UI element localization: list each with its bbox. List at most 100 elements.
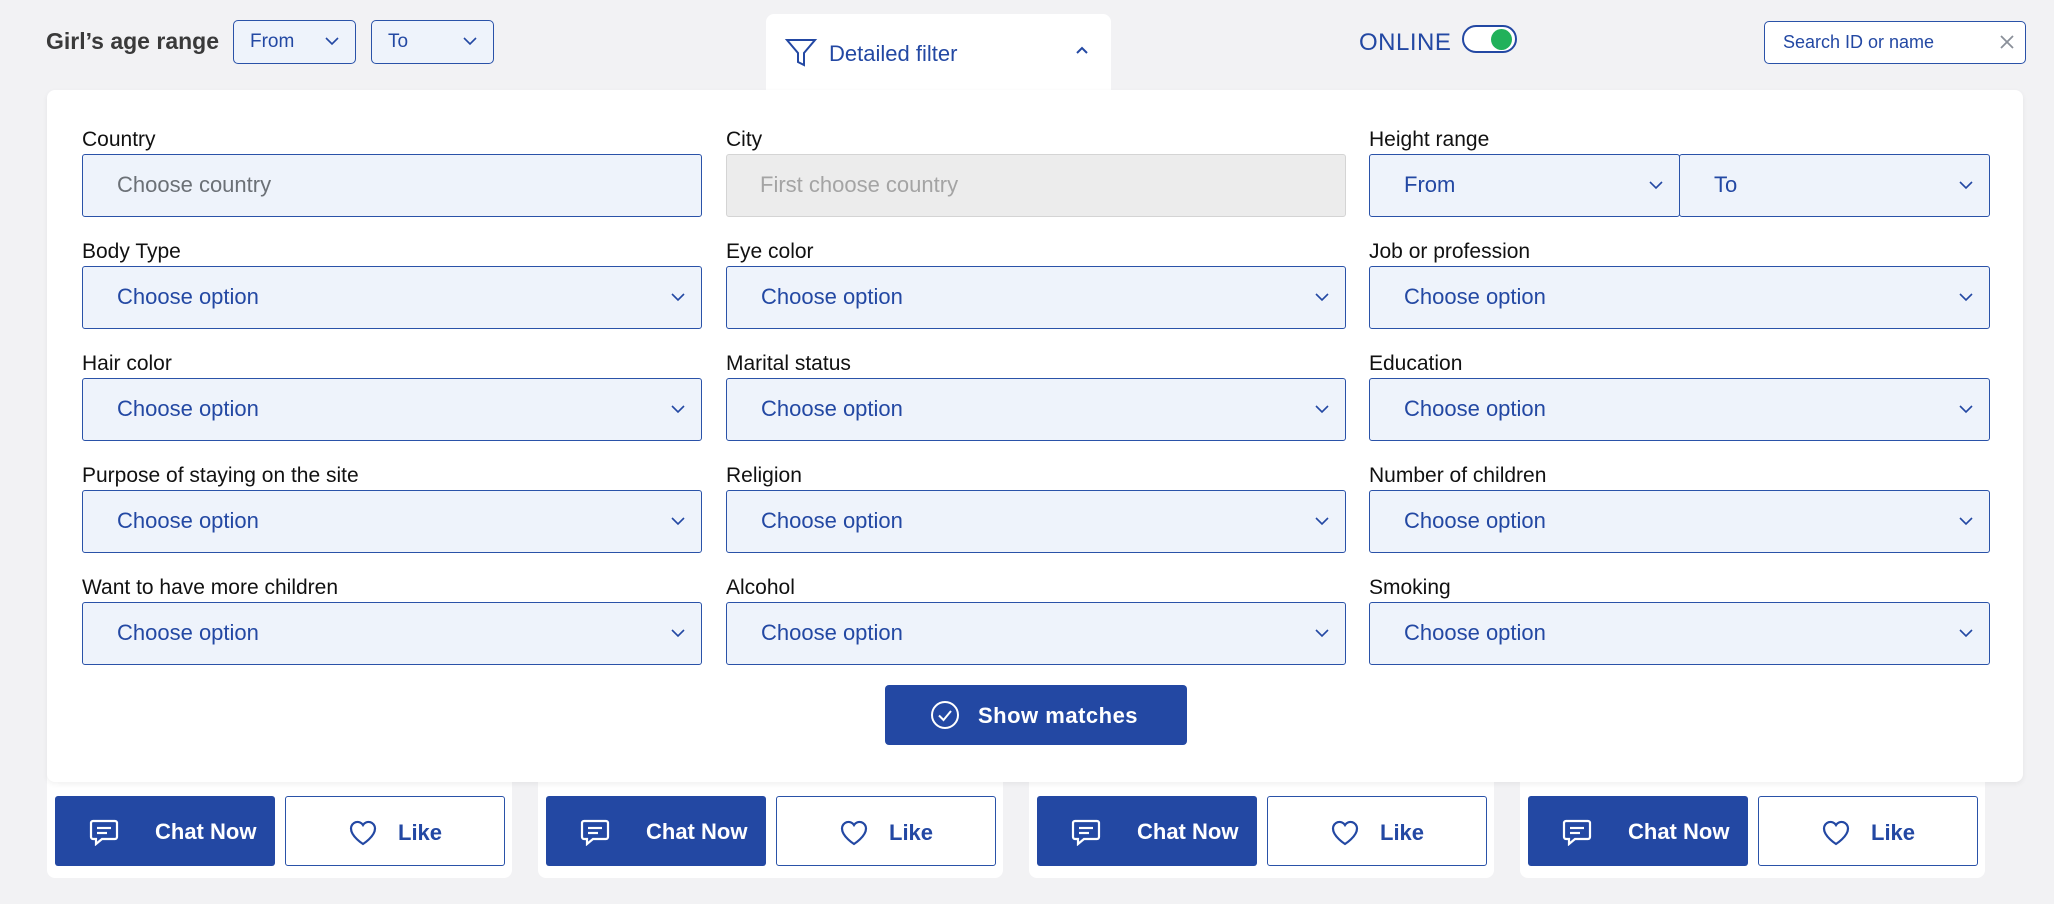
hair-color-label: Hair color (82, 352, 172, 375)
like-button[interactable]: Like (1758, 796, 1978, 866)
chat-now-button[interactable]: Chat Now (546, 796, 766, 866)
age-range-label: Girl’s age range (46, 28, 219, 54)
city-label: City (726, 128, 763, 151)
chat-icon (1562, 819, 1592, 846)
marital-status-value: Choose option (761, 396, 903, 421)
detailed-filter-label: Detailed filter (829, 41, 958, 66)
chevron-down-icon (671, 293, 685, 302)
online-label: ONLINE (1359, 29, 1452, 56)
hair-color-select[interactable]: Choose option (82, 378, 702, 441)
job-value: Choose option (1404, 284, 1546, 309)
show-matches-button[interactable]: Show matches (885, 685, 1187, 745)
religion-value: Choose option (761, 508, 903, 533)
body-type-select[interactable]: Choose option (82, 266, 702, 329)
chevron-down-icon (463, 37, 477, 46)
search-placeholder: Search ID or name (1783, 32, 1935, 52)
chat-now-label: Chat Now (1137, 819, 1239, 844)
like-label: Like (1380, 820, 1425, 845)
eye-color-select[interactable]: Choose option (726, 266, 1346, 329)
profile-card: Chat Now Like (538, 770, 1003, 878)
search-input[interactable]: Search ID or name (1764, 21, 2026, 64)
job-select[interactable]: Choose option (1369, 266, 1990, 329)
smoking-value: Choose option (1404, 620, 1546, 645)
country-label: Country (82, 128, 156, 151)
eye-color-value: Choose option (761, 284, 903, 309)
filter-bar: Girl’s age range From To Detailed filter… (0, 0, 2054, 94)
like-label: Like (1871, 820, 1916, 845)
chevron-down-icon (1315, 405, 1329, 414)
detailed-filter-toggle[interactable]: Detailed filter (766, 14, 1111, 94)
chevron-down-icon (1959, 405, 1973, 414)
profile-card: Chat Now Like (47, 770, 512, 878)
children-value: Choose option (1404, 508, 1546, 533)
chevron-down-icon (1315, 517, 1329, 526)
more-children-select[interactable]: Choose option (82, 602, 702, 665)
age-from-select[interactable]: From (233, 20, 356, 64)
chat-now-button[interactable]: Chat Now (55, 796, 275, 866)
chevron-down-icon (1959, 517, 1973, 526)
marital-status-select[interactable]: Choose option (726, 378, 1346, 441)
heart-icon (840, 820, 868, 846)
alcohol-label: Alcohol (726, 576, 795, 599)
education-label: Education (1369, 352, 1463, 375)
chevron-down-icon (325, 37, 339, 46)
hair-color-value: Choose option (117, 396, 259, 421)
show-matches-label: Show matches (978, 703, 1139, 728)
chevron-down-icon (1959, 293, 1973, 302)
chevron-up-icon (1076, 46, 1088, 54)
eye-color-label: Eye color (726, 240, 814, 263)
filter-icon (784, 39, 818, 67)
height-to-value: To (1714, 172, 1738, 197)
heart-icon (1331, 820, 1359, 846)
height-from-value: From (1404, 172, 1456, 197)
chevron-down-icon (671, 629, 685, 638)
age-from-value: From (250, 31, 295, 52)
smoking-select[interactable]: Choose option (1369, 602, 1990, 665)
heart-icon (1822, 820, 1850, 846)
profile-card: Chat Now Like (1029, 770, 1494, 878)
chevron-down-icon (671, 405, 685, 414)
chat-now-label: Chat Now (155, 819, 257, 844)
children-select[interactable]: Choose option (1369, 490, 1990, 553)
check-circle-icon (931, 701, 959, 729)
close-icon[interactable] (1999, 34, 2015, 50)
chevron-down-icon (1959, 181, 1973, 190)
education-select[interactable]: Choose option (1369, 378, 1990, 441)
online-toggle[interactable] (1462, 25, 1517, 53)
like-button[interactable]: Like (1267, 796, 1487, 866)
chat-now-label: Chat Now (646, 819, 748, 844)
religion-label: Religion (726, 464, 802, 487)
like-button[interactable]: Like (285, 796, 505, 866)
alcohol-value: Choose option (761, 620, 903, 645)
children-label: Number of children (1369, 464, 1547, 487)
chevron-down-icon (1959, 629, 1973, 638)
alcohol-select[interactable]: Choose option (726, 602, 1346, 665)
height-range-label: Height range (1369, 128, 1490, 151)
chat-icon (1071, 819, 1101, 846)
chat-now-button[interactable]: Chat Now (1528, 796, 1748, 866)
height-from-select[interactable]: From (1369, 154, 1680, 217)
age-to-select[interactable]: To (371, 20, 494, 64)
country-select[interactable]: Choose country (82, 154, 702, 217)
religion-select[interactable]: Choose option (726, 490, 1346, 553)
like-label: Like (398, 820, 443, 845)
chat-icon (580, 819, 610, 846)
marital-status-label: Marital status (726, 352, 851, 375)
like-button[interactable]: Like (776, 796, 996, 866)
country-value: Choose country (117, 172, 272, 197)
profile-card: Chat Now Like (1520, 770, 1985, 878)
chat-now-button[interactable]: Chat Now (1037, 796, 1257, 866)
chat-icon (89, 819, 119, 846)
city-select: First choose country (726, 154, 1346, 217)
chevron-down-icon (671, 517, 685, 526)
purpose-label: Purpose of staying on the site (82, 464, 359, 487)
chevron-down-icon (1315, 293, 1329, 302)
purpose-select[interactable]: Choose option (82, 490, 702, 553)
smoking-label: Smoking (1369, 576, 1451, 599)
more-children-value: Choose option (117, 620, 259, 645)
height-to-select[interactable]: To (1679, 154, 1990, 217)
body-type-value: Choose option (117, 284, 259, 309)
toggle-knob (1491, 29, 1512, 50)
like-label: Like (889, 820, 934, 845)
chevron-down-icon (1315, 629, 1329, 638)
